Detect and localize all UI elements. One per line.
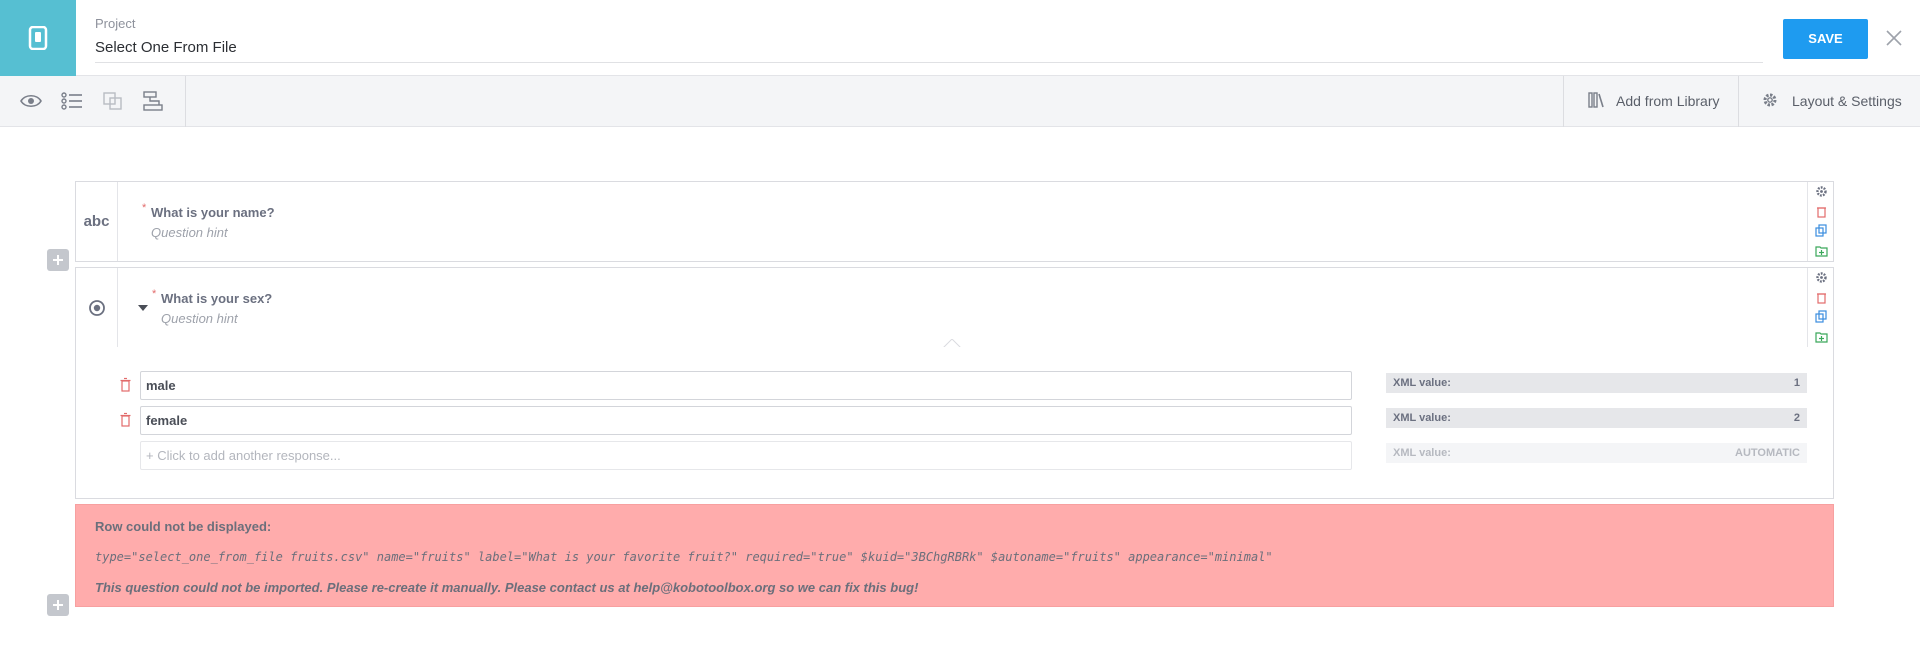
list-icon[interactable]	[60, 90, 84, 112]
library-icon	[1588, 92, 1604, 108]
add-from-library-label: Add from Library	[1616, 93, 1720, 109]
xml-value: AUTOMATIC	[1735, 447, 1800, 459]
project-label: Project	[95, 16, 136, 31]
gear-icon	[1763, 93, 1777, 107]
question-actions	[1807, 268, 1833, 347]
error-title: Row could not be displayed:	[95, 519, 272, 534]
add-from-library-button[interactable]: Add from Library	[1563, 76, 1738, 127]
chevron-down-icon[interactable]	[138, 305, 148, 312]
xml-value-label: XML value:	[1393, 447, 1451, 459]
trash-icon[interactable]	[119, 377, 132, 392]
skip-logic-icon[interactable]	[141, 90, 165, 112]
add-response-input[interactable]: + Click to add another response...	[140, 441, 1352, 470]
add-to-library-icon[interactable]	[1815, 330, 1828, 343]
toolbar-divider	[185, 76, 186, 127]
select-one-type	[76, 268, 118, 347]
xml-value: 2	[1793, 412, 1800, 424]
xml-value-label: XML value:	[1393, 412, 1451, 424]
row-error-box: Row could not be displayed: type="select…	[75, 504, 1834, 607]
form-toolbar: Add from Library Layout & Settings	[0, 76, 1920, 127]
add-to-library-icon[interactable]	[1815, 244, 1828, 257]
eye-icon[interactable]	[19, 90, 43, 112]
project-name-input[interactable]: Select One From File	[95, 39, 1763, 63]
phone-icon	[28, 26, 48, 50]
option-label-input[interactable]: male	[140, 371, 1352, 400]
xml-value-field[interactable]: XML value: 2	[1386, 408, 1807, 428]
close-icon[interactable]	[1883, 27, 1905, 49]
app-header: Project Select One From File SAVE	[0, 0, 1920, 76]
question-label[interactable]: What is your name?	[151, 205, 275, 220]
layout-settings-label: Layout & Settings	[1792, 93, 1902, 109]
save-button[interactable]: SAVE	[1783, 19, 1868, 59]
xml-value: 1	[1793, 377, 1800, 389]
required-mark: *	[152, 288, 157, 300]
project-type-logo[interactable]	[0, 0, 76, 76]
settings-icon[interactable]	[1815, 185, 1828, 198]
layout-settings-button[interactable]: Layout & Settings	[1738, 76, 1920, 127]
question-label[interactable]: What is your sex?	[161, 291, 272, 306]
trash-icon[interactable]	[119, 412, 132, 427]
delete-icon[interactable]	[1815, 205, 1828, 218]
options-panel: male XML value: 1 female XML value: 2 + …	[75, 339, 1834, 499]
xml-value-label: XML value:	[1393, 377, 1451, 389]
question-hint[interactable]: Question hint	[161, 311, 238, 326]
settings-icon[interactable]	[1815, 271, 1828, 284]
add-question-button[interactable]	[47, 249, 69, 271]
add-question-button[interactable]	[47, 594, 69, 616]
delete-icon[interactable]	[1815, 291, 1828, 304]
question-row-sex[interactable]: * What is your sex? Question hint	[75, 267, 1834, 348]
option-label-input[interactable]: female	[140, 406, 1352, 435]
group-icon[interactable]	[101, 90, 125, 112]
radio-icon	[88, 299, 105, 316]
required-mark: *	[142, 202, 147, 214]
error-code: type="select_one_from_file fruits.csv" n…	[95, 550, 1273, 564]
question-hint[interactable]: Question hint	[151, 225, 228, 240]
duplicate-icon[interactable]	[1815, 224, 1828, 237]
question-row-name[interactable]: abc * What is your name? Question hint	[75, 181, 1834, 262]
xml-value-field: XML value: AUTOMATIC	[1386, 443, 1807, 463]
xml-value-field[interactable]: XML value: 1	[1386, 373, 1807, 393]
panel-caret	[943, 339, 961, 348]
question-actions	[1807, 182, 1833, 261]
text-type-icon: abc	[76, 182, 118, 261]
error-message: This question could not be imported. Ple…	[95, 580, 919, 595]
duplicate-icon[interactable]	[1815, 310, 1828, 323]
